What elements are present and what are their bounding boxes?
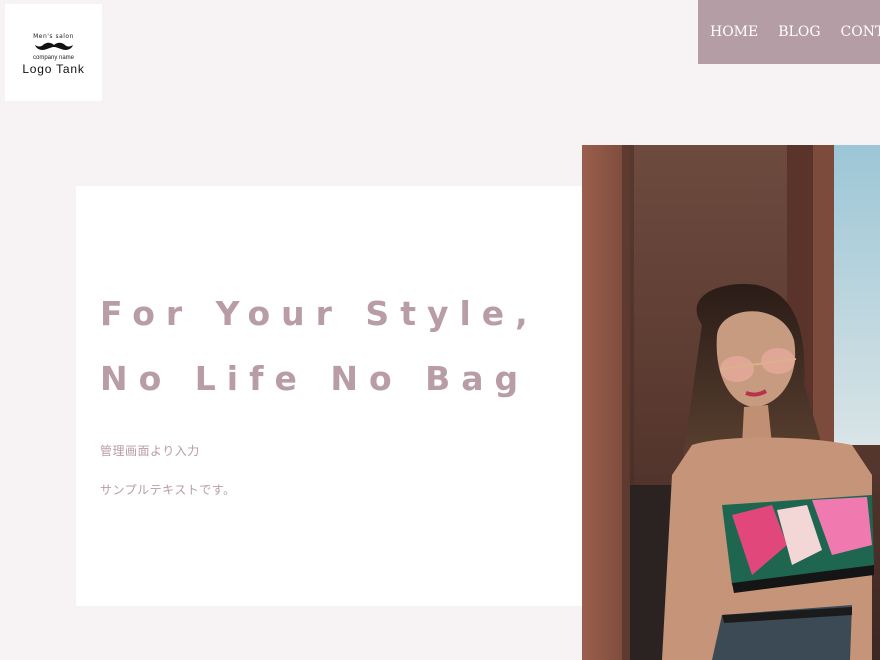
hero-text-line2: サンプルテキストです。 bbox=[100, 483, 236, 497]
hero-card: For Your Style, No Life No Bag 管理画面より入力 … bbox=[76, 186, 584, 606]
logo-company: company name bbox=[32, 55, 75, 61]
hero-photo bbox=[582, 145, 880, 660]
nav-contact-link[interactable]: CONTACT bbox=[841, 24, 880, 40]
mustache-icon bbox=[34, 42, 73, 50]
main-nav: HOME BLOG CONTACT bbox=[698, 0, 880, 64]
logo-name: Logo Tank bbox=[22, 62, 85, 76]
logo-arc-text: Men's salon bbox=[33, 33, 74, 40]
nav-blog-link[interactable]: BLOG bbox=[778, 24, 820, 40]
nav-home-link[interactable]: HOME bbox=[710, 24, 758, 40]
hero-headline-line1: For Your Style, bbox=[100, 294, 539, 333]
hero-photo-illustration bbox=[582, 145, 880, 660]
hero-headline-line2: No Life No Bag bbox=[100, 359, 530, 398]
hero-text-line1: 管理画面より入力 bbox=[100, 444, 200, 458]
site-logo[interactable]: Men's salon company name Logo Tank bbox=[5, 4, 102, 101]
